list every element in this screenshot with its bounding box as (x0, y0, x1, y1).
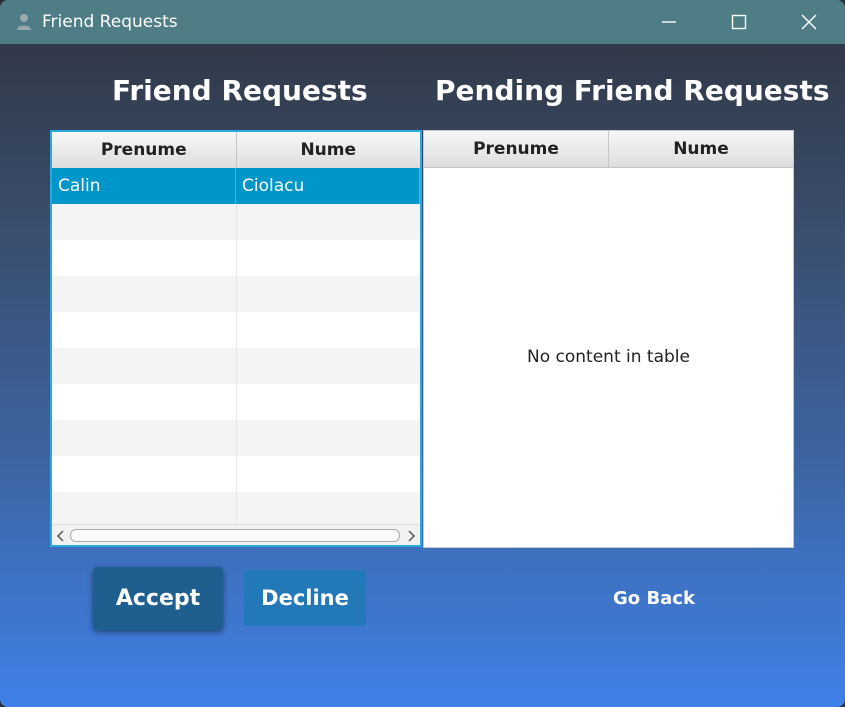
column-header-prenume[interactable]: Prenume (52, 132, 237, 168)
minimize-button[interactable] (634, 0, 704, 44)
empty-table-message: No content in table (527, 347, 690, 367)
app-window: Friend Requests Friend Requests Pending … (0, 0, 845, 707)
app-icon (14, 12, 34, 32)
friend-requests-heading: Friend Requests (112, 74, 368, 107)
minimize-icon (662, 21, 676, 23)
main-content: Friend Requests Pending Friend Requests … (0, 44, 845, 707)
scroll-right-icon[interactable] (406, 528, 416, 547)
column-header-nume[interactable]: Nume (237, 132, 421, 168)
scroll-left-icon[interactable] (56, 528, 66, 547)
empty-row (52, 384, 420, 420)
close-button[interactable] (774, 0, 844, 44)
close-icon (801, 14, 817, 30)
table-row[interactable]: Calin Ciolacu (52, 168, 420, 204)
table-header: Prenume Nume (52, 132, 420, 169)
empty-row (52, 312, 420, 348)
empty-row (52, 456, 420, 492)
horizontal-scrollbar[interactable] (52, 524, 420, 545)
empty-row (52, 492, 420, 528)
empty-row (52, 420, 420, 456)
empty-row (52, 276, 420, 312)
cell-nume: Ciolacu (236, 168, 420, 204)
column-header-nume[interactable]: Nume (609, 131, 793, 167)
decline-button[interactable]: Decline (244, 570, 366, 626)
friend-requests-table[interactable]: Prenume Nume Calin Ciolacu (50, 130, 422, 547)
column-header-prenume[interactable]: Prenume (424, 131, 609, 167)
table-header: Prenume Nume (424, 131, 793, 168)
window-title: Friend Requests (42, 12, 178, 32)
empty-row (52, 240, 420, 276)
title-bar[interactable]: Friend Requests (0, 0, 845, 44)
maximize-button[interactable] (704, 0, 774, 44)
maximize-icon (731, 14, 747, 30)
empty-row (52, 348, 420, 384)
go-back-button[interactable]: Go Back (598, 582, 710, 614)
pending-requests-heading: Pending Friend Requests (435, 74, 830, 107)
empty-row (52, 204, 420, 240)
scroll-thumb[interactable] (70, 529, 400, 542)
cell-prenume: Calin (52, 168, 236, 204)
pending-requests-table[interactable]: Prenume Nume No content in table (423, 130, 794, 548)
accept-button[interactable]: Accept (93, 567, 223, 630)
